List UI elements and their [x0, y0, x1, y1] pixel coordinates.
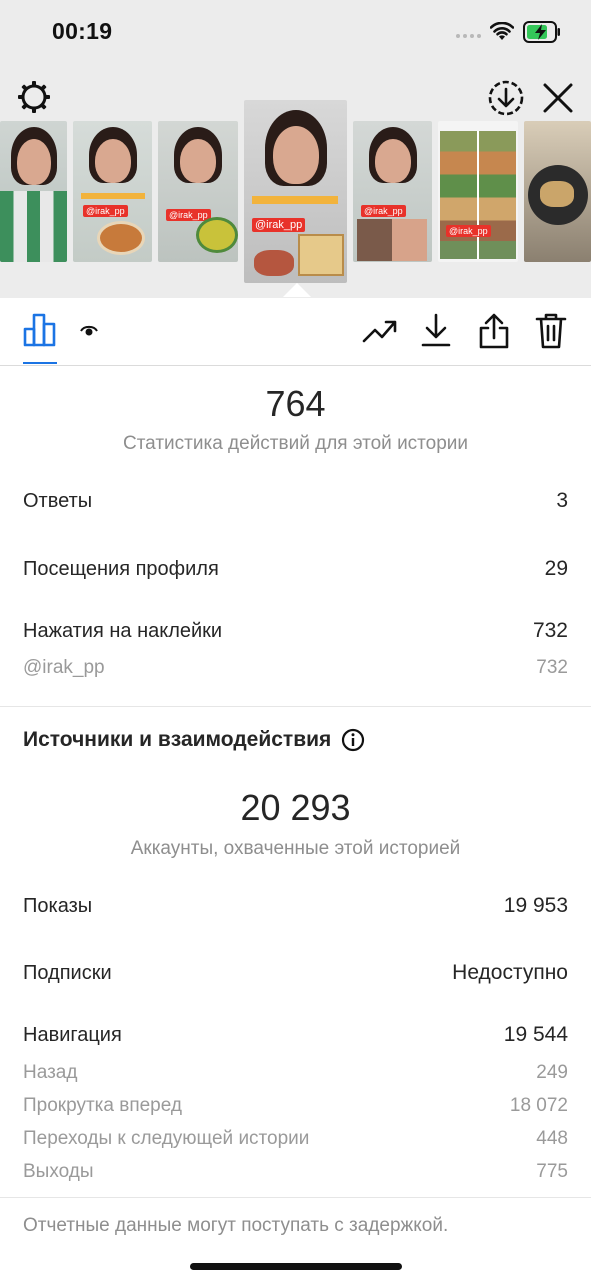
stat-value: 732 [532, 619, 568, 642]
stat-value: 249 [536, 1062, 568, 1083]
discovery-section-title: Источники и взаимодействия [23, 728, 365, 752]
stat-label: Прокрутка вперед [23, 1095, 182, 1116]
reach-total: 20 293 [240, 787, 351, 828]
stat-label: Переходы к следующей истории [23, 1128, 310, 1149]
stat-value: 18 072 [509, 1095, 568, 1116]
stat-label: Нажатия на наклейки [23, 620, 223, 642]
stat-value: 775 [536, 1161, 568, 1182]
selection-pointer [283, 283, 311, 297]
actions-caption: Статистика действий для этой истории [122, 433, 469, 454]
story-thumbnail[interactable]: @irak_pp [438, 121, 518, 262]
story-toolbar [0, 298, 591, 366]
story-sticker-tag: @irak_pp [446, 225, 491, 237]
stat-value: 3 [556, 489, 568, 512]
stat-label: Назад [23, 1062, 78, 1083]
home-indicator [190, 1263, 402, 1270]
stat-row-next-story: Переходы к следующей истории 448 [23, 1128, 568, 1150]
stat-label: Показы [23, 895, 93, 917]
wifi-icon [490, 22, 514, 40]
actions-total: 764 [265, 383, 326, 424]
story-thumbnail[interactable]: @irak_pp [353, 121, 432, 262]
story-thumbnail-selected[interactable]: @irak_pp [244, 100, 347, 283]
stat-row-exits: Выходы 775 [23, 1161, 568, 1183]
story-sticker-tag: @irak_pp [361, 205, 406, 217]
stat-value: 29 [544, 557, 568, 580]
section-title-text: Источники и взаимодействия [23, 728, 332, 751]
story-thumbnail[interactable] [524, 121, 591, 262]
battery-charging-icon [523, 21, 560, 43]
delay-disclaimer: Отчетные данные могут поступать с задерж… [23, 1215, 449, 1236]
stat-label: @irak_pp [23, 657, 105, 678]
story-thumbnail[interactable] [0, 121, 67, 262]
footer-divider [0, 1197, 591, 1198]
status-time: 00:19 [52, 18, 113, 44]
stat-value: 19 544 [503, 1023, 568, 1046]
download-circle-icon[interactable] [487, 79, 525, 117]
stat-value: 19 953 [503, 894, 568, 917]
bar-chart-icon[interactable] [23, 313, 57, 347]
stat-value: Недоступно [452, 961, 568, 984]
story-header: 00:19 @irak_pp @irak_pp @irak_pp @irak_p… [0, 0, 591, 298]
status-bar: 00:19 [0, 0, 591, 62]
story-thumbnail[interactable]: @irak_pp [158, 121, 238, 262]
stat-row-sticker-mention[interactable]: @irak_pp 732 [23, 657, 568, 679]
close-icon[interactable] [541, 81, 575, 115]
share-icon[interactable] [478, 312, 510, 350]
stat-row-follows: Подписки Недоступно [23, 961, 568, 985]
reach-caption: Аккаунты, охваченные этой историей [130, 838, 461, 859]
gear-icon[interactable] [16, 79, 52, 115]
eye-icon[interactable] [80, 324, 98, 338]
insights-tab-indicator [23, 362, 57, 364]
stat-value: 448 [536, 1128, 568, 1149]
story-sticker-tag: @irak_pp [166, 209, 211, 221]
stat-row-replies: Ответы 3 [23, 489, 568, 513]
stat-row-sticker-taps: Нажатия на наклейки 732 [23, 619, 568, 643]
story-sticker-tag: @irak_pp [83, 205, 128, 217]
download-icon[interactable] [420, 312, 452, 348]
story-thumbnail[interactable]: @irak_pp [73, 121, 152, 262]
stat-value: 732 [536, 657, 568, 678]
section-divider [0, 706, 591, 707]
trash-icon[interactable] [535, 312, 567, 350]
stat-row-forward: Прокрутка вперед 18 072 [23, 1095, 568, 1117]
trending-up-icon[interactable] [362, 318, 398, 344]
signal-icon [456, 34, 481, 38]
stat-label: Подписки [23, 962, 112, 984]
stat-row-impressions: Показы 19 953 [23, 894, 568, 918]
stat-label: Ответы [23, 490, 93, 512]
stat-row-profile-visits: Посещения профиля 29 [23, 557, 568, 581]
stat-label: Посещения профиля [23, 558, 219, 580]
stat-label: Выходы [23, 1161, 94, 1182]
stat-row-back: Назад 249 [23, 1062, 568, 1084]
stat-label: Навигация [23, 1024, 122, 1046]
story-sticker-tag: @irak_pp [252, 218, 306, 232]
stat-row-navigation: Навигация 19 544 [23, 1023, 568, 1047]
info-icon[interactable] [341, 728, 365, 752]
